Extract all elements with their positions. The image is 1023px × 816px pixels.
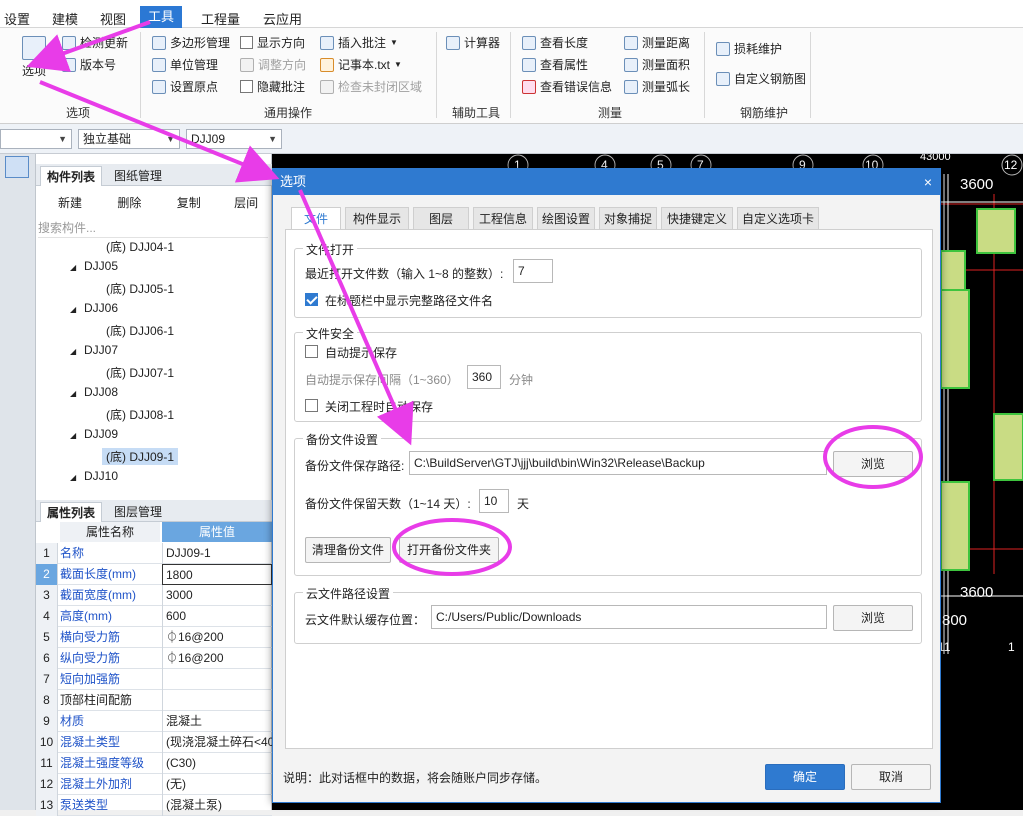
annotation-overlay <box>26 20 923 576</box>
annotation-arrow <box>298 189 414 446</box>
annotation-circle <box>823 425 923 489</box>
annotation-circle <box>392 518 512 576</box>
annotation-arrow <box>26 20 151 72</box>
annotation-arrow <box>39 80 280 183</box>
